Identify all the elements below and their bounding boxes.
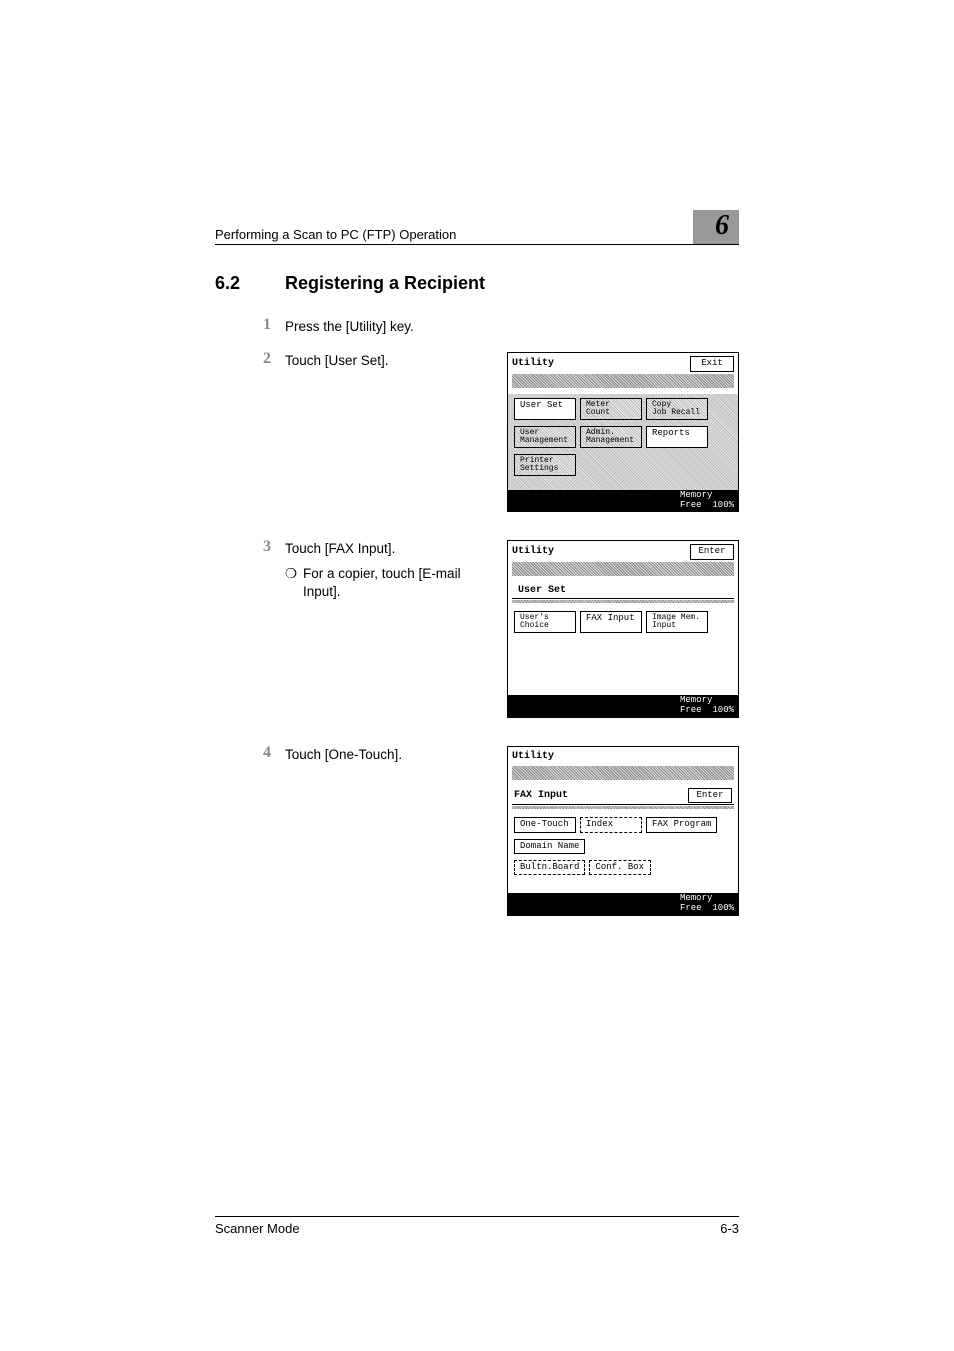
user-management-button[interactable]: User Management <box>514 426 576 448</box>
domain-name-button[interactable]: Domain Name <box>514 839 585 854</box>
chapter-number-box: 6 <box>693 210 739 244</box>
exit-button[interactable]: Exit <box>690 356 734 371</box>
lcd-hatched-thin <box>512 806 734 809</box>
section-number: 6.2 <box>215 273 285 294</box>
lcd-section-label: User Set <box>512 582 734 600</box>
user-set-button[interactable]: User Set <box>514 398 576 420</box>
step-text: Touch [One-Touch]. <box>285 746 480 764</box>
footer-page-number: 6-3 <box>720 1221 739 1236</box>
lcd-screenshot-fax-input: Utility FAX Input Enter One-Touch Index … <box>507 746 739 916</box>
conf-box-button[interactable]: Conf. Box <box>589 860 651 875</box>
step-number: 4 <box>215 744 285 916</box>
lcd-memory-status: Memory Free100% <box>508 695 738 717</box>
running-header: Performing a Scan to PC (FTP) Operation … <box>215 210 739 245</box>
step-text: Touch [User Set]. <box>285 352 480 370</box>
lcd-hatched-bar <box>512 766 734 780</box>
users-choice-button[interactable]: User's Choice <box>514 611 576 633</box>
printer-settings-button[interactable]: Printer Settings <box>514 454 576 476</box>
lcd-section-label: FAX Input <box>514 789 568 803</box>
step-number: 1 <box>215 316 285 336</box>
lcd-screenshot-user-set: Utility Enter User Set User's Choice FAX… <box>507 540 739 718</box>
lcd-title: Utility <box>512 357 554 371</box>
enter-button[interactable]: Enter <box>688 788 732 803</box>
index-button[interactable]: Index <box>580 817 642 832</box>
sub-bullet: ❍ For a copier, touch [E-mail Input]. <box>285 565 480 601</box>
bullet-text: For a copier, touch [E-mail Input]. <box>303 565 480 601</box>
page-footer: Scanner Mode 6-3 <box>215 1216 739 1236</box>
bulletin-board-button[interactable]: Bultn.Board <box>514 860 585 875</box>
lcd-hatched-bar <box>512 562 734 576</box>
image-mem-input-button[interactable]: Image Mem. Input <box>646 611 708 633</box>
section-title: Registering a Recipient <box>285 273 485 294</box>
lcd-hatched-thin <box>512 600 734 603</box>
step-3: 3 Touch [FAX Input]. ❍ For a copier, tou… <box>215 538 739 718</box>
lcd-title: Utility <box>512 545 554 559</box>
fax-input-button[interactable]: FAX Input <box>580 611 642 633</box>
footer-left: Scanner Mode <box>215 1221 300 1236</box>
lcd-memory-status: Memory Free100% <box>508 893 738 915</box>
step-2: 2 Touch [User Set]. Utility Exit User Se… <box>215 350 739 512</box>
lcd-hatched-bar <box>512 374 734 388</box>
reports-button[interactable]: Reports <box>646 426 708 448</box>
fax-program-button[interactable]: FAX Program <box>646 817 717 832</box>
enter-button[interactable]: Enter <box>690 544 734 559</box>
lcd-screenshot-utility: Utility Exit User Set Meter Count Copy J… <box>507 352 739 512</box>
copy-job-recall-button[interactable]: Copy Job Recall <box>646 398 708 420</box>
step-number: 3 <box>215 538 285 718</box>
step-1: 1 Press the [Utility] key. <box>215 316 739 336</box>
bullet-icon: ❍ <box>285 565 303 601</box>
step-4: 4 Touch [One-Touch]. Utility FAX Input E… <box>215 744 739 916</box>
lcd-title: Utility <box>512 750 554 764</box>
admin-management-button[interactable]: Admin. Management <box>580 426 642 448</box>
lcd-memory-status: Memory Free100% <box>508 490 738 512</box>
step-number: 2 <box>215 350 285 512</box>
meter-count-button[interactable]: Meter Count <box>580 398 642 420</box>
one-touch-button[interactable]: One-Touch <box>514 817 576 832</box>
running-header-text: Performing a Scan to PC (FTP) Operation <box>215 227 456 242</box>
section-heading: 6.2 Registering a Recipient <box>215 273 739 294</box>
step-text: Press the [Utility] key. <box>285 316 739 336</box>
step-text: Touch [FAX Input]. <box>285 540 480 558</box>
